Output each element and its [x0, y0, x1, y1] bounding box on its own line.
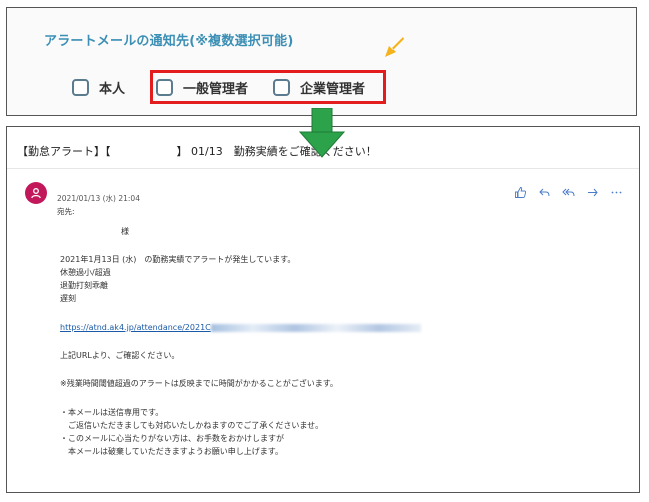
pointer-arrow-icon [385, 37, 404, 57]
like-icon[interactable] [512, 184, 528, 200]
body-line-3: 退勤打刻乖離 [60, 281, 108, 290]
down-arrow-icon [298, 108, 346, 158]
email-date: 2021/01/13 (水) 21:04 [57, 194, 140, 203]
body-line-4: 遅刻 [60, 294, 76, 303]
body-line-5: 上記URLより、ご確認ください。 [60, 351, 180, 360]
body-line-2: 休憩過小/超過 [60, 268, 111, 277]
salutation: 様 [121, 227, 129, 236]
divider [7, 168, 639, 169]
body-line-10: 本メールは破棄していただきますようお願い申し上げます。 [60, 447, 283, 456]
blurred-link-tail [210, 323, 421, 332]
body-line-6: ※残業時間閾値超過のアラートは反映までに時間がかかることがございます。 [60, 379, 338, 388]
more-icon[interactable] [608, 184, 624, 200]
checkbox-self-label: 本人 [99, 81, 126, 97]
reply-icon[interactable] [536, 184, 552, 200]
sender-avatar [25, 182, 47, 204]
alert-recipient-panel: アラートメールの通知先(※複数選択可能) 本人 一般管理者 企業管理者 [6, 7, 637, 116]
attendance-link[interactable]: https://atnd.ak4.jp/attendance/2021C [60, 323, 421, 332]
body-line-7: ・本メールは送信専用です。 [60, 408, 164, 417]
body-line-9: ・このメールに心当たりがない方は、お手数をおかけしますが [60, 434, 284, 443]
body-line-1: 2021年1月13日 (水) の勤務実績でアラートが発生しています。 [60, 255, 296, 264]
attendance-link-text[interactable]: https://atnd.ak4.jp/attendance/2021C [60, 323, 211, 332]
alert-recipient-title: アラートメールの通知先(※複数選択可能) [44, 34, 294, 49]
body-line-8: ご返信いただきましても対応いたしかねますのでご了承くださいませ。 [60, 421, 324, 430]
email-view: 【勤怠アラート】【 】 01/13 勤務実績をご確認ください！ 2021/01/… [6, 126, 640, 493]
checkbox-self[interactable]: 本人 [72, 74, 125, 100]
highlight-frame [150, 70, 386, 104]
email-recipient-label: 宛先: [57, 207, 75, 216]
forward-icon[interactable] [584, 184, 600, 200]
person-icon [31, 188, 41, 199]
email-actions [512, 184, 624, 200]
checkbox-self-box[interactable] [72, 78, 89, 96]
reply-all-icon[interactable] [560, 184, 576, 200]
